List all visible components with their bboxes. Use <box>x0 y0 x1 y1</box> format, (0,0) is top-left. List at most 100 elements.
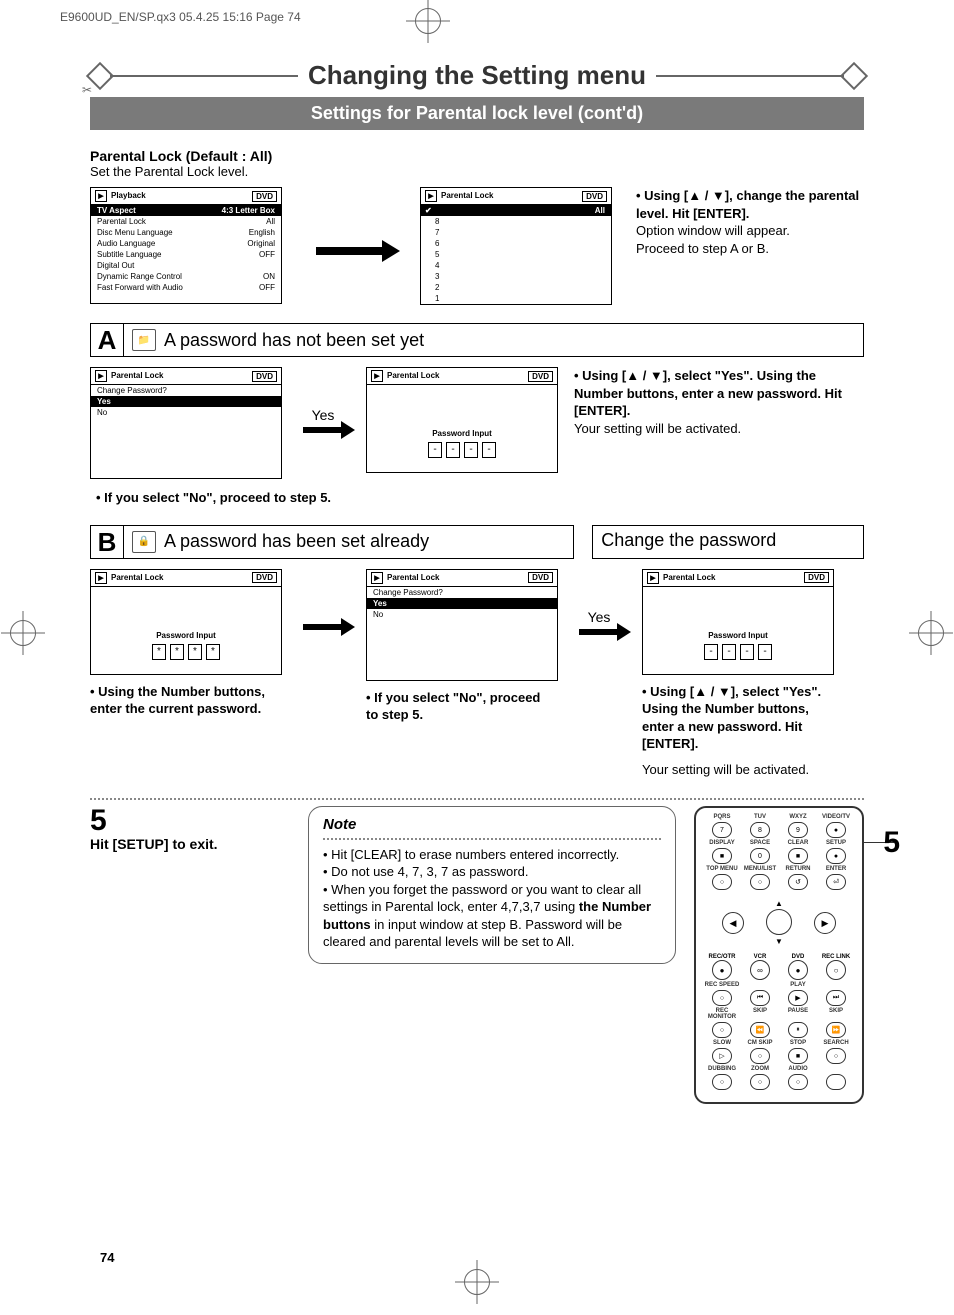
section-b-bar: B 🔒 A password has been set already <box>90 525 574 559</box>
osd-header-left: Parental Lock <box>387 371 439 380</box>
remote-label: WXYZ <box>780 814 816 820</box>
password-char-box: - <box>428 442 442 458</box>
note-label: Note <box>323 815 661 835</box>
arrow-right-icon <box>298 569 348 630</box>
osd-row: Change Password? <box>91 385 281 396</box>
section-letter-a: A <box>91 324 124 356</box>
title-diamond-right-icon <box>840 61 868 89</box>
password-char-box: - <box>482 442 496 458</box>
yes-label: Yes <box>588 609 611 625</box>
caption-b2: • If you select "No", proceed to step 5. <box>366 689 556 724</box>
osd-playback-menu: ▶Playback DVD TV Aspect4:3 Letter BoxPar… <box>90 187 282 304</box>
remote-label: VIDEO/TV <box>818 814 854 820</box>
password-input-label: Password Input <box>367 429 557 438</box>
password-char-box: - <box>704 644 718 660</box>
remote-label: STOP <box>780 1040 816 1046</box>
play-icon: ▶ <box>371 572 383 584</box>
note-a-text: • If you select "No", proceed to step 5. <box>96 489 864 507</box>
osd-row: 6 <box>421 238 611 249</box>
remote-label: ENTER <box>818 866 854 872</box>
remote-label: PQRS <box>704 814 740 820</box>
password-char-box: - <box>464 442 478 458</box>
change-password-heading: Change the password <box>592 525 864 559</box>
remote-label: PAUSE <box>780 1008 816 1020</box>
callout-5: 5 <box>883 826 900 860</box>
password-char-box: * <box>152 644 166 660</box>
play-icon: ▶ <box>371 370 383 382</box>
osd-row: Disc Menu LanguageEnglish <box>91 227 281 238</box>
remote-label: AUDIO <box>780 1066 816 1072</box>
remote-button: ○ <box>704 1022 740 1038</box>
password-char-box: * <box>206 644 220 660</box>
osd-row: Change Password? <box>367 587 557 598</box>
osd-password-input-new: ▶Parental Lock DVD Password Input ---- <box>642 569 834 675</box>
crop-mark-icon <box>415 8 441 34</box>
remote-label: SKIP <box>742 1008 778 1020</box>
osd-row: TV Aspect4:3 Letter Box <box>91 205 281 216</box>
remote-button: ● <box>818 848 854 864</box>
remote-label: MENU/LIST <box>742 866 778 872</box>
section-a-text: A password has not been set yet <box>164 330 424 351</box>
remote-button: ○ <box>742 874 778 890</box>
osd-header-tag: DVD <box>528 572 553 583</box>
remote-button: ○ <box>780 1074 816 1090</box>
remote-button: ⏩ <box>818 1022 854 1038</box>
side-text: Your setting will be activated. <box>574 420 864 438</box>
password-char-box: * <box>188 644 202 660</box>
remote-button: 8 <box>742 822 778 838</box>
osd-header-tag: DVD <box>528 371 553 382</box>
dpad-down-icon: ▼ <box>769 931 789 951</box>
remote-label: SPACE <box>742 840 778 846</box>
remote-button: ● <box>818 822 854 838</box>
osd-header-tag: DVD <box>582 191 607 202</box>
remote-label: TOP MENU <box>704 866 740 872</box>
page-title: Changing the Setting menu <box>298 60 656 91</box>
password-char-box: - <box>722 644 736 660</box>
parental-lock-sub: Set the Parental Lock level. <box>90 164 864 179</box>
osd-header-tag: DVD <box>804 572 829 583</box>
step-5-text: Hit [SETUP] to exit. <box>90 836 290 852</box>
osd-row: 7 <box>421 227 611 238</box>
osd-header-left: Parental Lock <box>441 191 493 200</box>
print-meta: E9600UD_EN/SP.qx3 05.4.25 15:16 Page 74 <box>60 10 301 24</box>
password-input-label: Password Input <box>643 631 833 640</box>
arrow-yes: Yes <box>298 367 348 433</box>
section-a-bar: A 📁 A password has not been set yet <box>90 323 864 357</box>
remote-label: TUV <box>742 814 778 820</box>
crop-mark-icon <box>10 620 36 646</box>
remote-button: ■ <box>780 848 816 864</box>
osd-header-tag: DVD <box>252 572 277 583</box>
osd-row: Parental LockAll <box>91 216 281 227</box>
dpad-right-icon: ▶ <box>814 912 836 934</box>
osd-row: 1 <box>421 293 611 304</box>
remote-label <box>742 982 778 988</box>
password-input-label: Password Input <box>91 631 281 640</box>
remote-label <box>818 1066 854 1072</box>
remote-button: ○ <box>704 874 740 890</box>
password-char-box: - <box>446 442 460 458</box>
remote-label: REC SPEED <box>704 982 740 988</box>
remote-button: 7 <box>704 822 740 838</box>
remote-button: ○ <box>742 1074 778 1090</box>
password-char-box: - <box>740 644 754 660</box>
parental-lock-heading: Parental Lock (Default : All) <box>90 148 864 164</box>
dotted-separator <box>90 798 864 800</box>
remote-label: SLOW <box>704 1040 740 1046</box>
play-icon: ▶ <box>95 370 107 382</box>
osd-change-password: ▶Parental Lock DVD Change Password? Yes … <box>90 367 282 479</box>
remote-dpad: ◀▶▲▼ <box>704 894 854 950</box>
remote-mode: REC LINK○ <box>818 954 854 980</box>
osd-row: Dynamic Range ControlON <box>91 271 281 282</box>
title-line-right <box>656 75 844 77</box>
dpad-up-icon: ▲ <box>769 893 789 913</box>
osd-password-input: ▶Parental Lock DVD Password Input ---- <box>366 367 558 473</box>
folder-icon: 📁 <box>132 329 156 351</box>
remote-button: ⏮ <box>742 990 778 1006</box>
caption-b3: • Using [▲ / ▼], select "Yes". Using the… <box>642 683 832 753</box>
remote-label: PLAY <box>780 982 816 988</box>
remote-button: 0 <box>742 848 778 864</box>
remote-button: 9 <box>780 822 816 838</box>
remote-label: CLEAR <box>780 840 816 846</box>
remote-mode: VCR∞ <box>742 954 778 980</box>
remote-label: SEARCH <box>818 1040 854 1046</box>
